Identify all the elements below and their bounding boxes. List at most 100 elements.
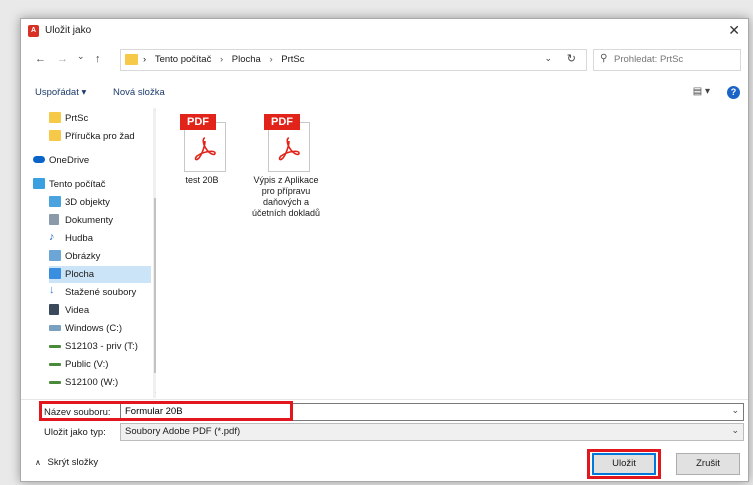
pdf-file-icon: PDF [264,114,310,172]
sidebar-item-pictures[interactable]: Obrázky [49,248,156,265]
sidebar-item-videos[interactable]: Videa [49,302,156,319]
sidebar-item-label: Stažené soubory [65,287,137,298]
sidebar-item-desktop[interactable]: Plocha [49,266,151,283]
breadcrumb-separator: › [219,54,224,65]
sidebar-item-drive-c[interactable]: Windows (C:) [49,320,156,337]
desktop-icon [49,268,61,279]
highlight-box [587,449,661,479]
view-options-icon[interactable]: ▤ ▾ [693,86,710,97]
hide-folders-toggle[interactable]: ∧ Skrýt složky [35,457,98,468]
sidebar-item-label: Hudba [65,233,93,244]
pdf-badge: PDF [180,114,216,130]
sidebar-item-label: Obrázky [65,251,101,262]
sidebar-item-label: Plocha [65,269,95,280]
sidebar-item-onedrive[interactable]: OneDrive [33,152,153,169]
folder-icon [49,130,61,141]
window-title: Uložit jako [45,25,92,36]
acrobat-logo-icon [194,137,216,161]
forward-arrow-icon[interactable]: → [57,53,68,65]
breadcrumb-this-pc[interactable]: Tento počítač [155,54,212,65]
scrollbar-thumb[interactable] [154,198,156,373]
sidebar-item-label: Tento počítač [49,179,106,190]
pdf-file-icon: PDF [180,114,226,172]
sidebar-item-label: OneDrive [49,155,90,166]
back-arrow-icon[interactable]: ← [35,53,46,65]
recent-locations-icon[interactable]: ⌄ [77,51,85,62]
chevron-up-icon: ∧ [35,458,41,467]
refresh-icon[interactable]: ↻ [567,52,576,65]
search-icon: ⚲ [600,53,608,64]
network-drive-icon [49,363,61,366]
sidebar-item-label: Public (V:) [65,359,109,370]
address-row: ← → ⌄ ↑ › Tento počítač › Plocha › PrtSc… [21,47,748,73]
file-name: test 20B [185,175,219,185]
navigation-pane: PrtSc Příručka pro žad OneDrive Tento po… [31,108,156,398]
network-drive-icon [49,345,61,348]
address-bar[interactable]: › Tento počítač › Plocha › PrtSc ⌄ ↻ [120,49,587,71]
breadcrumb-separator: › [269,54,273,65]
chevron-down-icon[interactable]: ⌄ [731,425,739,436]
breadcrumb-desktop[interactable]: Plocha [232,54,261,65]
sidebar-item-drive-v[interactable]: Public (V:) [49,356,156,373]
title-bar: A Uložit jako ✕ [21,19,748,43]
divider [21,399,748,400]
acrobat-app-icon: A [28,25,39,37]
highlight-box [39,401,293,421]
file-list: PDF test 20B PDF Výpis z Aplikace pro př… [161,108,748,398]
sidebar-item-drive-t[interactable]: S12103 - priv (T:) [49,338,156,355]
file-item-test-20b[interactable]: PDF test 20B [161,114,243,186]
folder-icon [49,112,61,123]
sidebar-item-3d-objects[interactable]: 3D objekty [49,194,156,211]
sidebar-item-documents[interactable]: Dokumenty [49,212,156,229]
hide-folders-label: Skrýt složky [47,457,99,468]
command-toolbar: Uspořádat ▾ Nová složka ▤ ▾ ? [21,81,748,105]
cloud-icon [33,156,45,163]
music-icon: ♪ [49,231,55,243]
sidebar-item-music[interactable]: ♪ Hudba [49,230,156,247]
sidebar-item-label: Dokumenty [65,215,114,226]
sidebar-item-prirucka[interactable]: Příručka pro žad [49,128,156,145]
computer-icon [33,178,45,189]
scroll-up-icon[interactable]: ⌃ [154,108,156,117]
sidebar-scrollbar[interactable]: ⌃ ⌄ [153,108,156,398]
drive-icon [49,325,61,331]
pictures-icon [49,250,61,261]
sidebar-item-prtsc[interactable]: PrtSc [49,110,156,127]
chevron-down-icon[interactable]: ⌄ [731,405,739,416]
sidebar-item-label: S12103 - priv (T:) [65,341,138,352]
help-icon[interactable]: ? [727,86,740,99]
document-icon [49,214,59,225]
filetype-select[interactable]: Soubory Adobe PDF (*.pdf) ⌄ [120,423,744,441]
sidebar-item-downloads[interactable]: ↓ Stažené soubory [49,284,156,301]
scroll-down-icon[interactable]: ⌄ [154,387,156,396]
search-box[interactable]: ⚲ [593,49,741,71]
breadcrumb-separator: › [143,54,147,65]
sidebar-item-label: S12100 (W:) [65,377,119,388]
organize-button[interactable]: Uspořádat ▾ [35,87,86,98]
chevron-down-icon[interactable]: ⌄ [544,53,552,64]
filetype-label: Uložit jako typ: [44,427,106,438]
sidebar-item-drive-w[interactable]: S12100 (W:) [49,374,156,391]
up-arrow-icon[interactable]: ↑ [95,53,101,65]
save-as-dialog: A Uložit jako ✕ ← → ⌄ ↑ › Tento počítač … [20,18,749,482]
video-icon [49,304,59,315]
folder-icon [125,54,138,65]
network-drive-icon [49,381,61,384]
new-folder-button[interactable]: Nová složka [113,87,165,98]
cancel-button[interactable]: Zrušit [676,453,740,475]
search-input[interactable] [614,52,734,66]
sidebar-item-this-pc[interactable]: Tento počítač [33,176,153,193]
pdf-badge: PDF [264,114,300,130]
sidebar-item-label: 3D objekty [65,197,110,208]
sidebar-item-label: Videa [65,305,90,316]
cube-icon [49,196,61,207]
file-item-vypis[interactable]: PDF Výpis z Aplikace pro přípravu daňový… [245,114,327,219]
file-name: Výpis z Aplikace pro přípravu daňových a… [251,175,321,218]
sidebar-item-label: Příručka pro žad [65,131,135,142]
acrobat-logo-icon [278,137,300,161]
breadcrumb-prtsc[interactable]: PrtSc [281,54,304,65]
download-icon: ↓ [49,284,55,296]
sidebar-item-label: Windows (C:) [65,323,123,334]
close-icon[interactable]: ✕ [728,22,740,39]
filetype-value: Soubory Adobe PDF (*.pdf) [125,426,241,437]
